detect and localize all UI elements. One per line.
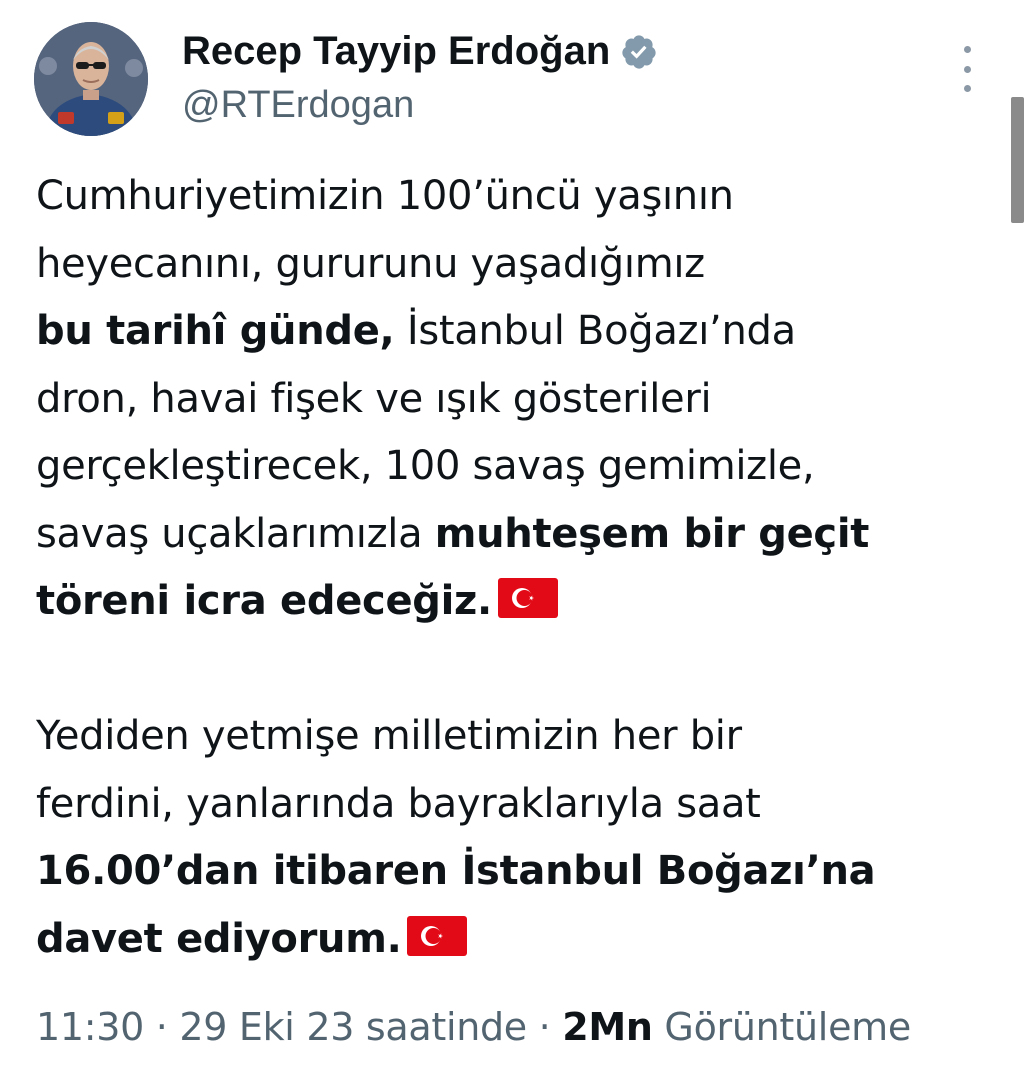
tweet-line: töreni icra edeceğiz.	[36, 568, 1011, 636]
tweet-line: dron, havai fişek ve ışık gösterileri	[36, 375, 712, 422]
tweet-line: gerçekleştirecek, 100 savaş gemimizle,	[36, 443, 815, 489]
display-name-row: Recep Tayyip Erdoğan	[182, 26, 658, 76]
tweet-line: savaş uçaklarımızla muhteşem bir geçit	[36, 510, 870, 557]
views-count[interactable]: 2Mn	[562, 1005, 653, 1049]
verified-badge-icon[interactable]	[620, 33, 658, 71]
turkey-flag-icon	[407, 915, 468, 956]
tweet-line: Yediden yetmişe milletimizin her bir	[36, 713, 742, 759]
tweet-line: heyecanını, gururunu yaşadığımız	[36, 240, 705, 287]
tweet-line: davet ediyorum.	[36, 906, 1011, 974]
handle[interactable]: @RTErdogan	[182, 82, 658, 128]
tweet-header: Recep Tayyip Erdoğan @RTErdogan	[182, 26, 658, 128]
turkey-flag-icon	[497, 578, 558, 618]
tweet-text: Cumhuriyetimizin 100’üncü yaşının heyeca…	[36, 163, 1011, 973]
display-name[interactable]: Recep Tayyip Erdoğan	[182, 26, 610, 76]
tweet-line: ferdini, yanlarında bayraklarıyla saat	[36, 780, 761, 827]
tweet-date[interactable]: 29 Eki 23 saatinde	[179, 1005, 527, 1049]
more-options-icon[interactable]	[952, 46, 982, 92]
tweet-line: bu tarihî günde, İstanbul Boğazı’nda	[36, 308, 796, 354]
meta-separator: ·	[144, 1005, 180, 1049]
tweet-meta: 11:30 · 29 Eki 23 saatinde · 2Mn Görüntü…	[36, 1000, 911, 1054]
avatar[interactable]	[34, 22, 148, 136]
views-label: Görüntüleme	[652, 1005, 911, 1049]
scrollbar[interactable]	[1011, 97, 1024, 223]
meta-separator: ·	[526, 1005, 563, 1049]
tweet-time[interactable]: 11:30	[36, 1005, 144, 1049]
tweet-line: Cumhuriyetimizin 100’üncü yaşının	[36, 173, 734, 219]
tweet-line: 16.00’dan itibaren İstanbul Boğazı’na	[36, 848, 876, 894]
profile-photo	[34, 22, 148, 136]
